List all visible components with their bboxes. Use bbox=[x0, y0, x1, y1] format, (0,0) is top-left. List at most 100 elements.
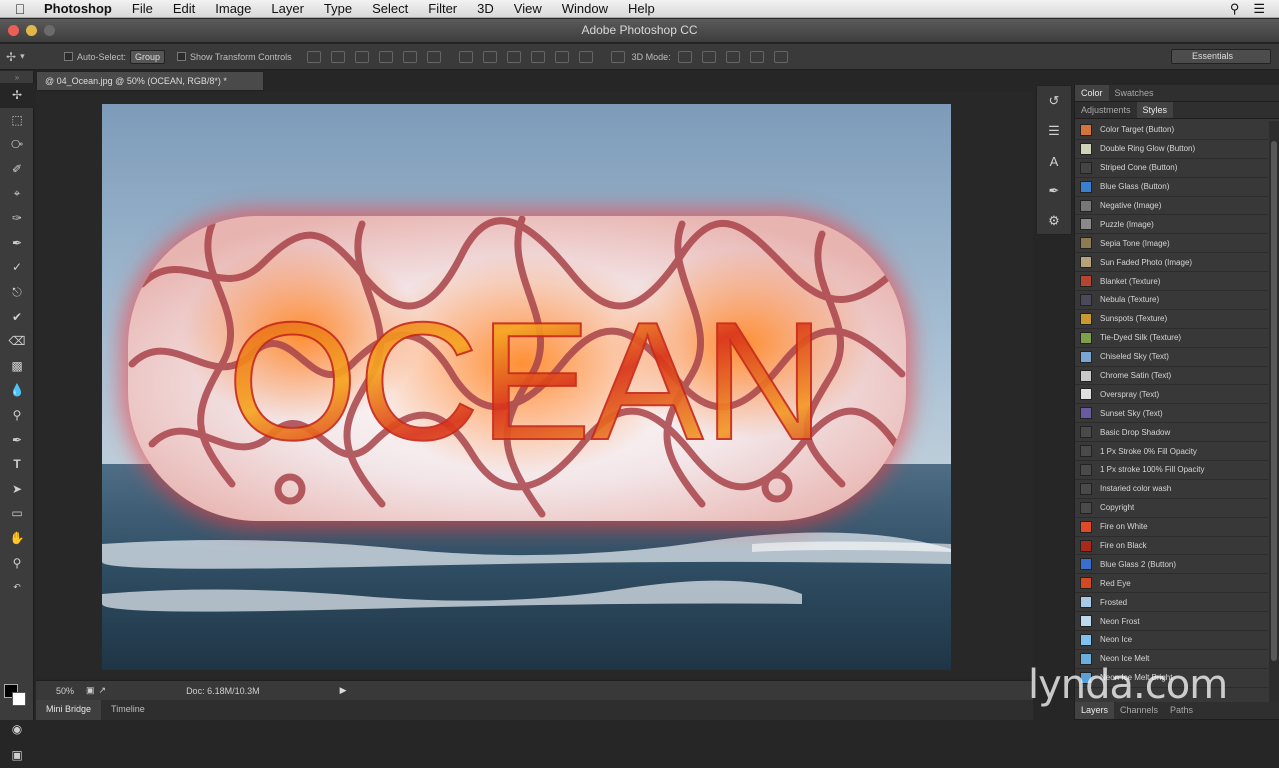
style-item[interactable]: Chiseled Sky (Text) bbox=[1075, 348, 1268, 367]
document-canvas[interactable]: OCEAN bbox=[102, 104, 951, 670]
tools-collapse-icon[interactable]: » bbox=[0, 71, 34, 83]
style-item[interactable]: Chrome Satin (Text) bbox=[1075, 367, 1268, 386]
healing-brush-tool[interactable]: ✒ bbox=[0, 231, 34, 256]
style-item[interactable]: Puzzle (Image) bbox=[1075, 215, 1268, 235]
align-hcenter-icon[interactable] bbox=[402, 50, 417, 63]
zoom-tool[interactable]: ⚲ bbox=[0, 550, 34, 575]
brush-tool[interactable]: ✓ bbox=[0, 255, 34, 280]
crop-tool[interactable]: ⌖ bbox=[0, 181, 34, 206]
style-item[interactable]: Overspray (Text) bbox=[1075, 385, 1268, 405]
style-item[interactable]: Blue Glass (Button) bbox=[1075, 178, 1268, 197]
distribute-hcenter-icon[interactable] bbox=[554, 50, 569, 63]
workspace-switcher[interactable]: Essentials bbox=[1171, 49, 1271, 64]
screen-mode-icon[interactable]: ▣ bbox=[0, 743, 34, 768]
tab-mini-bridge[interactable]: Mini Bridge bbox=[36, 700, 102, 720]
style-item[interactable]: Neon Frost bbox=[1075, 612, 1268, 632]
align-right-icon[interactable] bbox=[426, 50, 441, 63]
menu-window[interactable]: Window bbox=[552, 1, 618, 16]
style-item[interactable]: Sun Faded Photo (Image) bbox=[1075, 253, 1268, 273]
distribute-bottom-icon[interactable] bbox=[506, 50, 521, 63]
style-item[interactable]: Blue Glass 2 (Button) bbox=[1075, 555, 1268, 575]
clone-stamp-tool[interactable]: ⎋ bbox=[0, 280, 34, 305]
menu-filter[interactable]: Filter bbox=[418, 1, 467, 16]
tab-styles[interactable]: Styles bbox=[1136, 102, 1174, 118]
type-tool[interactable]: T bbox=[0, 452, 34, 477]
history-brush-tool[interactable]: ✔ bbox=[0, 304, 34, 329]
brush-panel-icon[interactable]: ✒ bbox=[1037, 176, 1071, 206]
pen-tool[interactable]: ✒ bbox=[0, 427, 34, 452]
align-left-icon[interactable] bbox=[378, 50, 393, 63]
menu-edit[interactable]: Edit bbox=[163, 1, 205, 16]
styles-scroll-thumb[interactable] bbox=[1271, 141, 1277, 661]
notification-list-icon[interactable]: ☰ bbox=[1253, 1, 1265, 17]
tab-timeline[interactable]: Timeline bbox=[101, 700, 155, 720]
align-vcenter-icon[interactable] bbox=[330, 50, 345, 63]
properties-panel-icon[interactable]: ☰ bbox=[1037, 116, 1071, 146]
background-color-swatch[interactable] bbox=[12, 692, 26, 706]
menu-view[interactable]: View bbox=[504, 1, 552, 16]
status-menu-arrow-icon[interactable]: ▶ bbox=[340, 685, 347, 696]
menu-type[interactable]: Type bbox=[314, 1, 362, 16]
3d-scale-icon[interactable] bbox=[773, 50, 788, 63]
apple-icon[interactable]:  bbox=[0, 1, 40, 17]
blur-tool[interactable]: 💧 bbox=[0, 378, 34, 403]
lasso-tool[interactable]: ⧂ bbox=[0, 132, 34, 157]
style-item[interactable]: Striped Cone (Button) bbox=[1075, 159, 1268, 178]
status-icon[interactable]: ▣ bbox=[86, 685, 95, 696]
spotlight-search-icon[interactable]: ⚲ bbox=[1230, 1, 1240, 17]
style-item[interactable]: Nebula (Texture) bbox=[1075, 291, 1268, 310]
quick-mask-icon[interactable]: ◉ bbox=[0, 717, 34, 742]
shape-tool[interactable]: ▭ bbox=[0, 501, 34, 526]
style-item[interactable]: 1 Px Stroke 0% Fill Opacity bbox=[1075, 442, 1268, 462]
auto-align-icon[interactable] bbox=[610, 50, 625, 63]
styles-scrollbar[interactable] bbox=[1269, 121, 1279, 709]
move-tool[interactable]: ✢ bbox=[0, 83, 34, 108]
menu-image[interactable]: Image bbox=[205, 1, 261, 16]
style-item[interactable]: Color Target (Button) bbox=[1075, 121, 1268, 140]
style-item[interactable]: Blanket (Texture) bbox=[1075, 272, 1268, 292]
menu-3d[interactable]: 3D bbox=[467, 1, 504, 16]
menu-layer[interactable]: Layer bbox=[261, 1, 314, 16]
character-panel-icon[interactable]: A bbox=[1037, 146, 1071, 176]
distribute-left-icon[interactable] bbox=[530, 50, 545, 63]
menu-select[interactable]: Select bbox=[362, 1, 418, 16]
tab-color[interactable]: Color bbox=[1075, 85, 1109, 101]
quick-select-tool[interactable]: ✐ bbox=[0, 157, 34, 182]
style-item[interactable]: Instaried color wash bbox=[1075, 480, 1268, 499]
auto-select-dropdown[interactable]: Group bbox=[130, 49, 166, 64]
style-item[interactable]: Fire on Black bbox=[1075, 537, 1268, 556]
distribute-top-icon[interactable] bbox=[458, 50, 473, 63]
menu-app-name[interactable]: Photoshop bbox=[40, 1, 122, 16]
3d-roll-icon[interactable] bbox=[701, 50, 716, 63]
style-item[interactable]: Red Eye bbox=[1075, 574, 1268, 594]
3d-drag-icon[interactable] bbox=[725, 50, 740, 63]
distribute-vcenter-icon[interactable] bbox=[482, 50, 497, 63]
marquee-tool[interactable]: ⬚ bbox=[0, 108, 34, 133]
style-item[interactable]: Basic Drop Shadow bbox=[1075, 423, 1268, 443]
export-icon[interactable]: ↗ bbox=[99, 685, 107, 696]
style-item[interactable]: 1 Px stroke 100% Fill Opacity bbox=[1075, 461, 1268, 480]
style-item[interactable]: Sepia Tone (Image) bbox=[1075, 234, 1268, 254]
3d-slide-icon[interactable] bbox=[749, 50, 764, 63]
eraser-tool[interactable]: ⌫ bbox=[0, 329, 34, 354]
style-item[interactable]: Sunset Sky (Text) bbox=[1075, 404, 1268, 424]
path-selection-tool[interactable]: ➤ bbox=[0, 477, 34, 502]
gradient-tool[interactable]: ▩ bbox=[0, 354, 34, 379]
document-tab[interactable]: @ 04_Ocean.jpg @ 50% (OCEAN, RGB/8*) * bbox=[36, 71, 264, 91]
align-top-icon[interactable] bbox=[306, 50, 321, 63]
style-item[interactable]: Frosted bbox=[1075, 593, 1268, 613]
zoom-level[interactable]: 50% bbox=[36, 686, 86, 696]
align-bottom-icon[interactable] bbox=[354, 50, 369, 63]
tab-swatches[interactable]: Swatches bbox=[1109, 85, 1160, 101]
menu-help[interactable]: Help bbox=[618, 1, 665, 16]
style-item[interactable]: Fire on White bbox=[1075, 518, 1268, 537]
eyedropper-tool[interactable]: ✑ bbox=[0, 206, 34, 231]
hand-tool[interactable]: ✋ bbox=[0, 526, 34, 551]
auto-select-checkbox[interactable] bbox=[64, 52, 73, 61]
history-panel-icon[interactable]: ↺ bbox=[1037, 86, 1071, 116]
tool-preset-picker[interactable]: ✢ ▾ bbox=[0, 50, 58, 64]
style-item[interactable]: Neon Ice bbox=[1075, 631, 1268, 650]
adjustments-panel-icon[interactable]: ⚙ bbox=[1037, 206, 1071, 236]
style-item[interactable]: Negative (Image) bbox=[1075, 197, 1268, 216]
dodge-tool[interactable]: ⚲ bbox=[0, 403, 34, 428]
